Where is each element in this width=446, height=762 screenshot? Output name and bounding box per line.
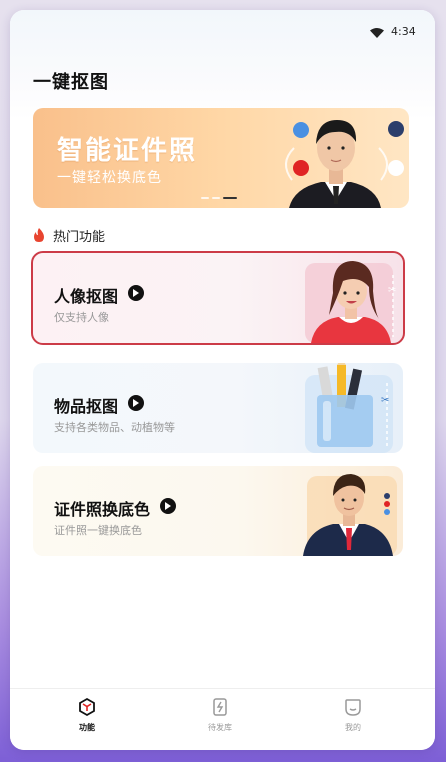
tab-pending-library[interactable]: 待发库 [180, 697, 260, 733]
arrow-right-icon [128, 285, 145, 301]
card-title-text: 人像抠图 [54, 287, 119, 306]
tab-mine[interactable]: 我的 [313, 697, 393, 733]
fire-icon [34, 228, 44, 242]
status-bar: 4:34 [10, 10, 435, 50]
card-title: 物品抠图 [54, 393, 145, 417]
banner-subtitle: 一键轻松换底色 [57, 170, 162, 186]
card-title-text: 证件照换底色 [54, 500, 151, 519]
woman-portrait-illustration: ✂ [305, 261, 396, 343]
man-in-suit-illustration [303, 474, 397, 556]
cube-icon [79, 697, 95, 717]
arrow-right-icon [128, 395, 145, 411]
card-title-text: 物品抠图 [54, 397, 119, 416]
svg-text:✂: ✂ [381, 395, 389, 406]
pen-holder-illustration: ✂ [305, 363, 393, 453]
status-time: 4:34 [391, 25, 416, 38]
section-title: 热门功能 [53, 230, 106, 245]
svg-text:✂: ✂ [388, 285, 396, 296]
page-title: 一键抠图 [33, 72, 109, 93]
white-swatch [388, 160, 404, 176]
card-title: 证件照换底色 [54, 496, 177, 520]
phone-screen: 4:34 一键抠图 智能证件照 一键轻松换底色 热门功能 人像抠图 仅支持人像 … [10, 10, 435, 750]
document-icon [213, 698, 227, 716]
tab-features[interactable]: 功能 [47, 697, 127, 733]
navy-swatch [388, 121, 404, 137]
object-cutout-card[interactable]: 物品抠图 支持各类物品、动植物等 ✂ [33, 363, 403, 453]
id-photo-bg-change-card[interactable]: 证件照换底色 证件照一键换底色 [33, 466, 403, 556]
portrait-cutout-card[interactable]: 人像抠图 仅支持人像 ✂ [31, 251, 405, 345]
face-icon [345, 699, 361, 716]
arrow-right-icon [160, 498, 177, 514]
carousel-indicator [201, 197, 237, 199]
blue-swatch [293, 122, 309, 138]
wifi-icon [370, 28, 384, 38]
red-swatch [293, 160, 309, 176]
tab-label: 功能 [79, 723, 95, 732]
card-subtitle: 仅支持人像 [54, 311, 109, 324]
promo-banner[interactable]: 智能证件照 一键轻松换底色 [33, 108, 409, 208]
banner-title: 智能证件照 [57, 136, 198, 166]
tab-label: 待发库 [208, 723, 232, 732]
banner-portrait-illustration [285, 120, 404, 208]
card-subtitle: 证件照一键换底色 [54, 524, 142, 537]
card-subtitle: 支持各类物品、动植物等 [54, 421, 175, 434]
bottom-tab-bar: 功能 待发库 我的 [10, 688, 435, 750]
tab-label: 我的 [345, 723, 361, 732]
card-title: 人像抠图 [54, 283, 145, 307]
